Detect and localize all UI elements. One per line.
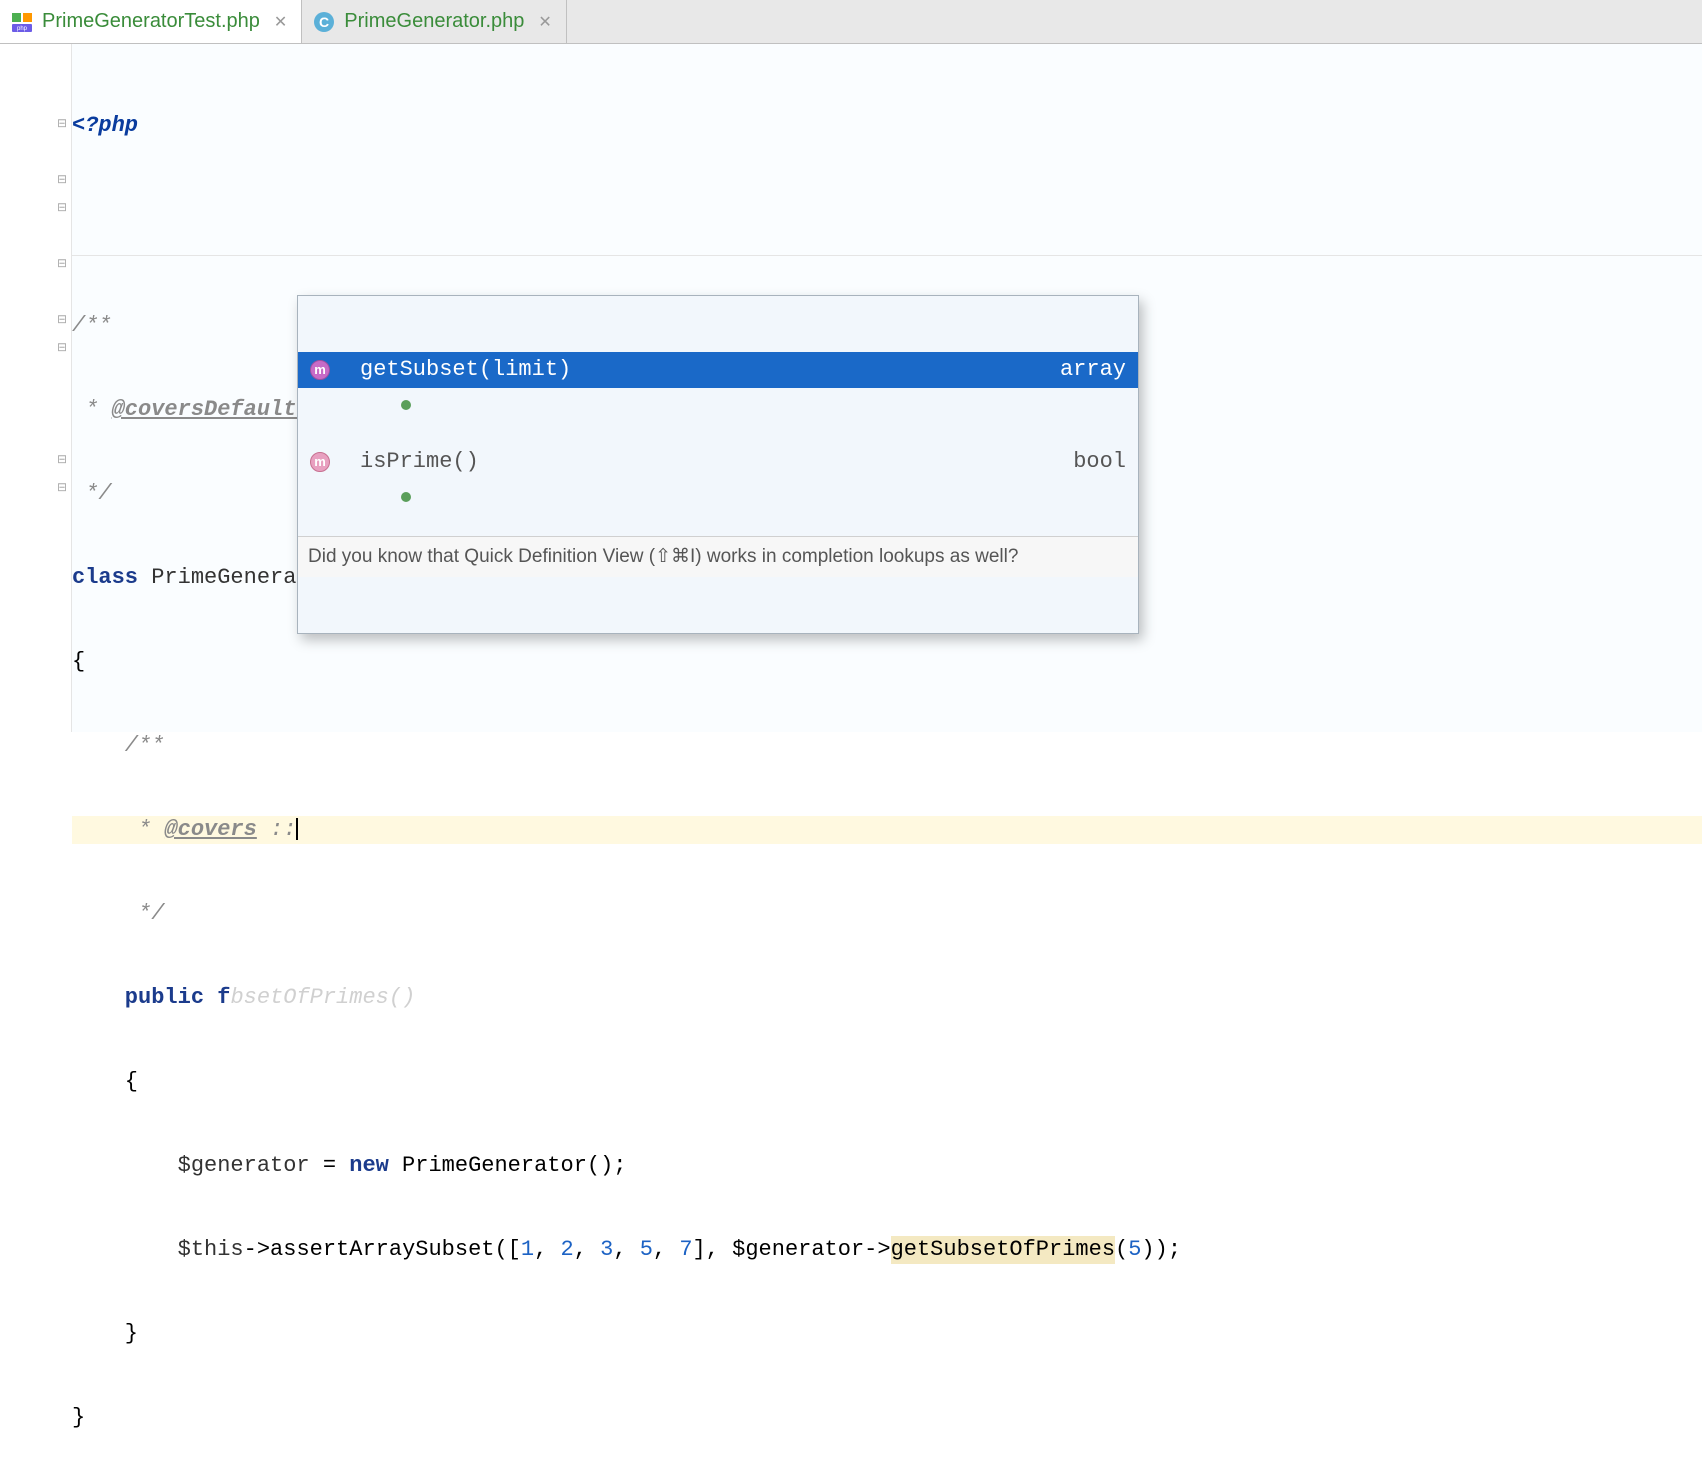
keyword-class: class (72, 564, 138, 592)
php-open-tag: <?php (72, 112, 138, 140)
svg-text:php: php (17, 26, 28, 32)
ghost-text: bsetOfPrimes() (230, 984, 415, 1012)
completion-hint: Did you know that Quick Definition View … (298, 536, 1138, 577)
completion-label: getSubset(limit) (360, 356, 1052, 384)
tab-label: PrimeGenerator.php (344, 10, 524, 33)
completion-popup: m getSubset(limit) array m isPrime() boo… (297, 295, 1139, 634)
method-icon: m (310, 360, 330, 380)
docblock-open: /** (72, 312, 112, 340)
tab-bar: php PrimeGeneratorTest.php ✕ C PrimeGene… (0, 0, 1702, 44)
visibility-icon (338, 455, 352, 469)
tab-primegeneratortest[interactable]: php PrimeGeneratorTest.php ✕ (0, 0, 302, 43)
close-icon[interactable]: ✕ (274, 12, 287, 32)
php-file-icon: php (10, 10, 34, 34)
completion-item-getsubset[interactable]: m getSubset(limit) array (298, 352, 1138, 388)
highlighted-call: getSubsetOfPrimes (891, 1236, 1115, 1264)
editor: ⊟ ⊟ ⊟ ⊟ ⊟ ⊟ ⊟ ⊟ <?php /** * @coversDefau… (0, 44, 1702, 732)
tab-primegenerator[interactable]: C PrimeGenerator.php ✕ (302, 0, 567, 43)
code-area[interactable]: <?php /** * @coversDefaultClass PrimeGen… (72, 44, 1702, 732)
visibility-icon (338, 363, 352, 377)
completion-return-type: array (1060, 356, 1126, 384)
close-icon[interactable]: ✕ (538, 12, 551, 32)
covers-annotation: @covers (164, 816, 256, 844)
method-icon: m (310, 452, 330, 472)
completion-item-isprime[interactable]: m isPrime() bool (298, 444, 1138, 480)
class-file-icon: C (312, 10, 336, 34)
completion-return-type: bool (1073, 448, 1126, 476)
completion-label: isPrime() (360, 448, 1065, 476)
gutter[interactable]: ⊟ ⊟ ⊟ ⊟ ⊟ ⊟ ⊟ ⊟ (0, 44, 72, 732)
text-caret (296, 818, 298, 840)
svg-text:C: C (319, 14, 329, 30)
docblock-close: */ (72, 480, 112, 508)
tab-label: PrimeGeneratorTest.php (42, 10, 260, 33)
